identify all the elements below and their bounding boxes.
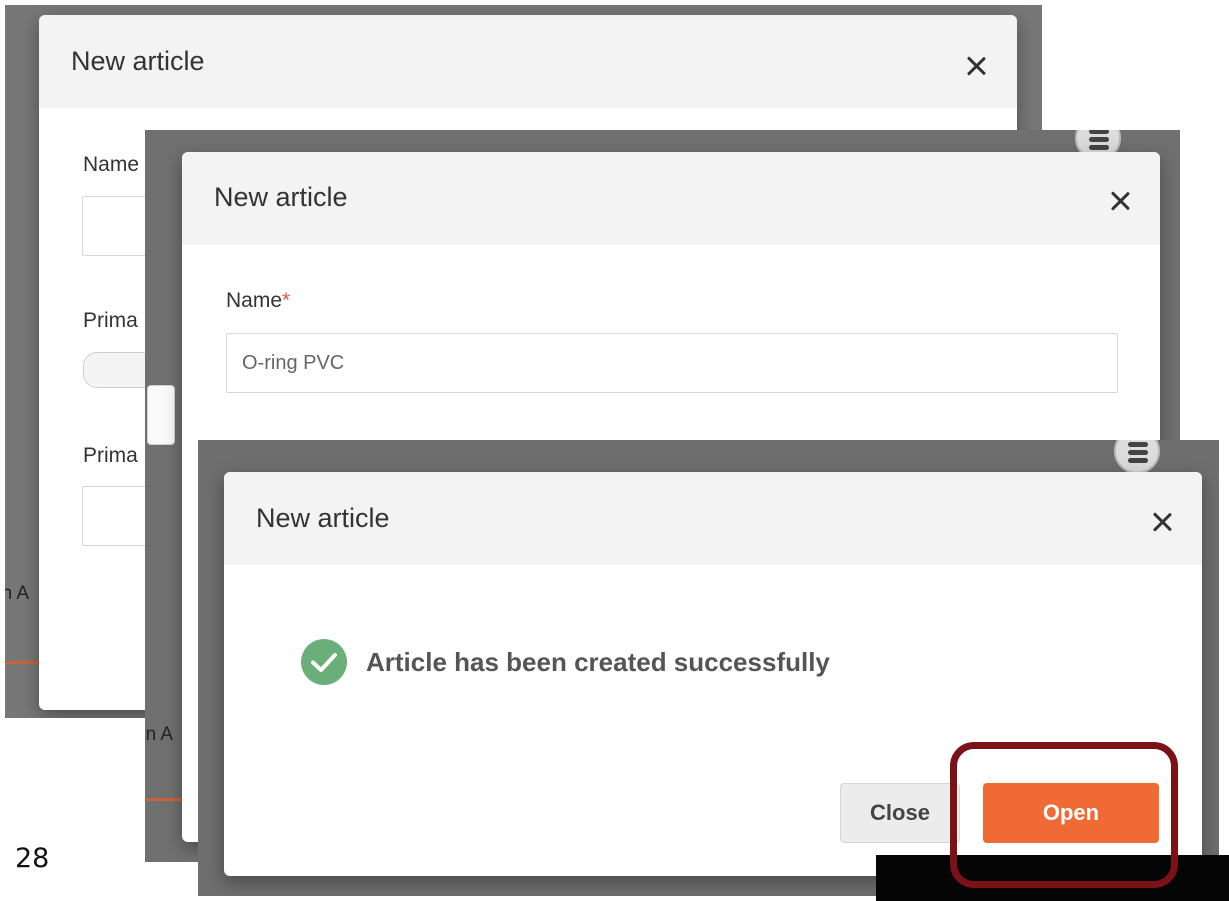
background-fragment-text: an A — [145, 724, 174, 745]
highlight-annotation — [950, 742, 1178, 888]
dialog-header: New article — [39, 15, 1017, 108]
success-message-row: Article has been created successfully — [300, 637, 830, 687]
close-icon[interactable] — [963, 53, 989, 79]
dialog-title: New article — [71, 46, 205, 76]
dialog-header: New article — [182, 152, 1160, 245]
dialog-header: New article — [224, 472, 1202, 565]
field-label-primary-1: Prima — [83, 309, 138, 332]
background-orange-line — [5, 661, 40, 664]
check-circle-icon — [301, 639, 347, 685]
name-label-text: Name — [226, 289, 283, 312]
close-icon[interactable] — [1149, 509, 1175, 535]
field-label-primary-2: Prima — [83, 444, 138, 467]
name-input-value: O-ring PVC — [242, 352, 345, 374]
close-button[interactable]: Close — [840, 783, 960, 843]
background-input-box — [147, 385, 175, 445]
close-icon[interactable] — [1107, 188, 1133, 214]
background-fragment-text: an A — [5, 583, 30, 604]
success-message: Article has been created successfully — [366, 646, 830, 677]
name-label: Name* — [226, 289, 290, 313]
field-label-name: Name — [83, 153, 140, 176]
background-orange-line — [145, 798, 185, 801]
page-number: 28 — [15, 843, 50, 874]
dialog-title: New article — [214, 182, 348, 212]
close-button-label: Close — [870, 800, 930, 825]
dialog-title: New article — [256, 503, 390, 533]
required-mark: * — [282, 289, 291, 312]
name-input[interactable]: O-ring PVC — [226, 333, 1118, 393]
